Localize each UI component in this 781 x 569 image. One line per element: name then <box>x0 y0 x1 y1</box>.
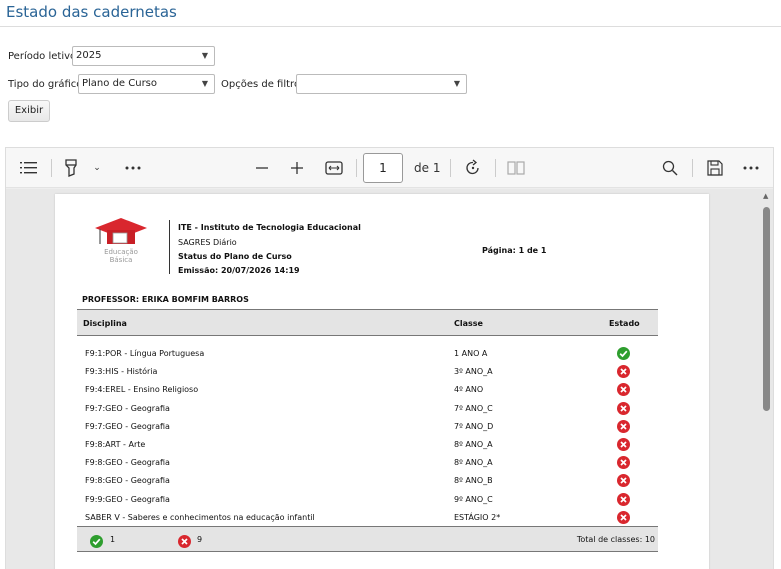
table-header: Disciplina Classe Estado <box>77 309 658 336</box>
zoom-in-icon[interactable] <box>287 158 307 178</box>
logo-text: Educação Básica <box>104 248 138 264</box>
toolbar-divider <box>495 159 496 177</box>
disciplina-cell: F9:9:GEO - Geografia <box>85 494 170 504</box>
status-error-icon <box>617 365 630 379</box>
toolbar-divider <box>692 159 693 177</box>
chevron-down-icon[interactable]: ⌄ <box>87 158 107 178</box>
chevron-down-icon: ▼ <box>201 79 208 88</box>
status-error-icon <box>617 419 630 433</box>
classe-cell: 7º ANO_D <box>454 421 494 431</box>
fit-width-icon[interactable] <box>324 158 344 178</box>
title-divider <box>0 26 781 27</box>
disciplina-cell: F9:8:GEO - Geografia <box>85 476 170 486</box>
classe-cell: 9º ANO_C <box>454 494 493 504</box>
classe-cell: 8º ANO_B <box>454 476 493 486</box>
search-icon[interactable] <box>660 158 680 178</box>
toolbar-divider <box>51 159 52 177</box>
status-error-icon <box>617 474 630 488</box>
page-number-input[interactable]: 1 <box>363 153 403 183</box>
status-ok-icon <box>617 347 630 360</box>
ok-count: 1 <box>110 535 116 544</box>
more-icon[interactable] <box>123 158 143 178</box>
col-classe: Classe <box>454 319 483 328</box>
table-row: F9:8:GEO - Geografia 8º ANO_A <box>77 454 658 472</box>
zoom-out-icon[interactable] <box>252 158 272 178</box>
tipo-value: Plano de Curso <box>82 78 158 89</box>
more-options-icon[interactable] <box>741 158 761 178</box>
disciplina-cell: F9:4:EREL - Ensino Religioso <box>85 385 199 395</box>
page-title: Estado das cadernetas <box>6 3 177 21</box>
status-error-icon <box>617 456 630 470</box>
highlighter-icon[interactable] <box>61 158 81 178</box>
table-row: SABER V - Saberes e conhecimentos na edu… <box>77 509 658 527</box>
classe-cell: 8º ANO_A <box>454 440 493 449</box>
chevron-down-icon: ▼ <box>453 79 460 88</box>
professor-name: PROFESSOR: ERIKA BOMFIM BARROS <box>82 295 249 304</box>
status-error-icon <box>617 401 630 415</box>
viewer-toolbar: ⌄ 1 de 1 <box>6 148 773 188</box>
disciplina-cell: F9:3:HIS - História <box>85 367 158 377</box>
pdf-viewer: ⌄ 1 de 1 Educação Básica ITE - Instituto… <box>5 147 774 569</box>
status-error-icon <box>617 492 630 506</box>
status-error-icon <box>617 510 630 524</box>
save-icon[interactable] <box>705 158 725 178</box>
table-row: F9:8:ART - Arte 8º ANO_A <box>77 436 658 454</box>
rotate-icon[interactable] <box>463 158 483 178</box>
classe-cell: 7º ANO_C <box>454 403 493 413</box>
classe-cell: 3º ANO_A <box>454 367 493 377</box>
classe-cell: ESTÁGIO 2* <box>454 512 501 522</box>
disciplina-cell: SABER V - Saberes e conhecimentos na edu… <box>85 512 315 522</box>
disciplina-cell: F9:8:GEO - Geografia <box>85 458 170 468</box>
toolbar-divider <box>356 159 357 177</box>
periodo-select[interactable]: 2025 ▼ <box>72 46 215 66</box>
col-estado: Estado <box>609 319 640 328</box>
exibir-button[interactable]: Exibir <box>8 100 50 122</box>
disciplina-cell: F9:1:POR - Língua Portuguesa <box>85 349 205 358</box>
page-total: de 1 <box>414 161 441 175</box>
col-disciplina: Disciplina <box>83 319 127 328</box>
opcoes-label: Opções de filtro: <box>221 79 304 90</box>
classe-cell: 1 ANO A <box>454 349 488 358</box>
table-row: F9:4:EREL - Ensino Religioso 4º ANO <box>77 381 658 399</box>
report-title: Status do Plano de Curso <box>178 252 292 261</box>
disciplina-cell: F9:8:ART - Arte <box>85 440 146 449</box>
status-error-icon <box>617 438 630 451</box>
error-icon <box>178 533 191 548</box>
table-row: F9:1:POR - Língua Portuguesa 1 ANO A <box>77 345 658 363</box>
total-classes: Total de classes: 10 <box>576 535 655 544</box>
opcoes-select[interactable]: ▼ <box>296 74 467 94</box>
system-name: SAGRES Diário <box>178 238 237 247</box>
table-row: F9:7:GEO - Geografia 7º ANO_D <box>77 418 658 436</box>
report-page: Educação Básica ITE - Instituto de Tecno… <box>55 194 709 569</box>
page-count: Página: 1 de 1 <box>482 246 547 255</box>
disciplina-cell: F9:7:GEO - Geografia <box>85 403 170 413</box>
scroll-up-icon[interactable]: ▲ <box>763 192 768 200</box>
periodo-label: Período letivo: <box>8 51 80 62</box>
institution-name: ITE - Instituto de Tecnologia Educaciona… <box>178 223 361 232</box>
disciplina-cell: F9:7:GEO - Geografia <box>85 421 170 431</box>
page-view-icon[interactable] <box>506 158 526 178</box>
chevron-down-icon: ▼ <box>201 51 208 60</box>
table-footer: 1 9 Total de classes: 10 <box>77 526 658 552</box>
toolbar-divider <box>450 159 451 177</box>
emission-date: Emissão: 20/07/2026 14:19 <box>178 266 300 275</box>
ok-icon <box>90 533 103 548</box>
table-row: F9:9:GEO - Geografia 9º ANO_C <box>77 491 658 509</box>
table-row: F9:7:GEO - Geografia 7º ANO_C <box>77 400 658 418</box>
classe-cell: 8º ANO_A <box>454 458 493 468</box>
table-row: F9:3:HIS - História 3º ANO_A <box>77 363 658 381</box>
document-area: Educação Básica ITE - Instituto de Tecno… <box>6 189 773 569</box>
periodo-value: 2025 <box>76 50 102 61</box>
classe-cell: 4º ANO <box>454 385 484 395</box>
status-error-icon <box>617 383 630 397</box>
scroll-thumb[interactable] <box>763 207 770 411</box>
tipo-label: Tipo do gráfico: <box>8 79 86 90</box>
vertical-scrollbar[interactable]: ▲ <box>760 189 773 569</box>
error-count: 9 <box>197 535 203 544</box>
header-divider <box>169 220 170 274</box>
list-icon[interactable] <box>19 158 39 178</box>
table-row: F9:8:GEO - Geografia 8º ANO_B <box>77 472 658 490</box>
tipo-select[interactable]: Plano de Curso ▼ <box>78 74 215 94</box>
